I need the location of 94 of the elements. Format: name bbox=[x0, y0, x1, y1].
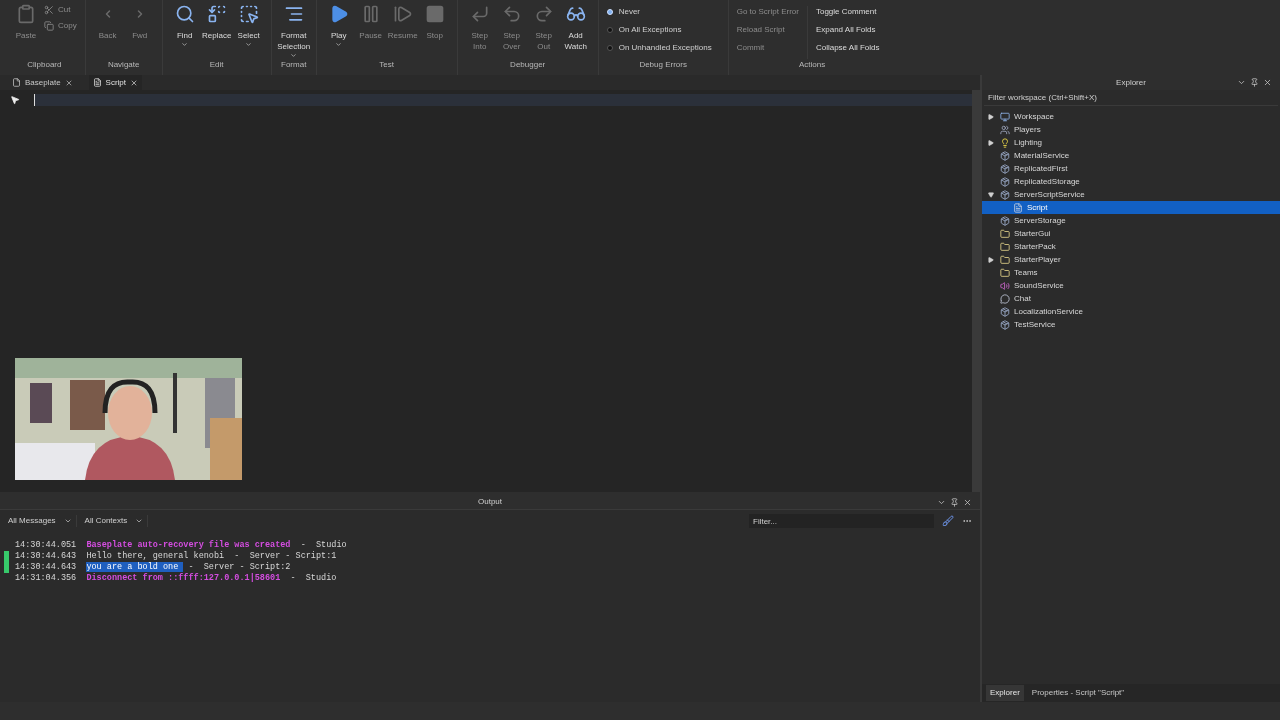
cursor-icon bbox=[10, 95, 20, 105]
group-label: Format bbox=[281, 59, 307, 71]
group-label: Debug Errors bbox=[638, 59, 688, 71]
pin-icon[interactable] bbox=[950, 497, 959, 507]
group-label: Test bbox=[379, 59, 394, 71]
log-line: 14:30:44.051 Baseplate auto-recovery file was created - Studio bbox=[15, 540, 347, 551]
service-icon bbox=[1000, 306, 1010, 317]
group-label: Actions bbox=[798, 59, 827, 71]
folder-icon bbox=[1000, 228, 1010, 239]
group-label: Debugger bbox=[510, 59, 546, 71]
tree-item[interactable]: LocalizationService bbox=[982, 305, 1280, 318]
folder-icon bbox=[1000, 241, 1010, 252]
tree-item[interactable]: ReplicatedFirst bbox=[982, 162, 1280, 175]
service-icon bbox=[1000, 176, 1010, 187]
toolbar-button[interactable]: Select bbox=[234, 0, 263, 59]
clear-brush-icon[interactable] bbox=[942, 515, 954, 527]
workspace-icon bbox=[1000, 111, 1010, 122]
tree-item[interactable]: ServerStorage bbox=[982, 214, 1280, 227]
tree-item[interactable]: MaterialService bbox=[982, 149, 1280, 162]
chat-icon bbox=[1000, 293, 1010, 304]
log-line: 14:31:04.356 Disconnect from ::ffff:127.0.0.1|58601 - Studio bbox=[15, 573, 337, 584]
players-icon bbox=[1000, 124, 1010, 135]
tree-item[interactable]: TestService bbox=[982, 318, 1280, 331]
code-editor[interactable] bbox=[0, 90, 980, 492]
service-icon bbox=[1000, 150, 1010, 161]
resume-icon bbox=[392, 4, 413, 24]
group-label: Edit bbox=[209, 59, 224, 71]
group-label: Clipboard bbox=[27, 59, 62, 71]
document-icon bbox=[92, 78, 102, 87]
paste-icon bbox=[16, 4, 36, 24]
radio-option[interactable]: Never bbox=[606, 6, 720, 18]
tree-item[interactable]: SoundService bbox=[982, 279, 1280, 292]
format-icon bbox=[283, 4, 304, 24]
sound-icon bbox=[1000, 280, 1010, 291]
tree-item[interactable]: StarterPack bbox=[982, 240, 1280, 253]
panel-tab[interactable]: Explorer bbox=[986, 685, 1024, 701]
filter-dropdown[interactable]: All Contexts bbox=[84, 515, 149, 527]
stop-icon bbox=[424, 4, 445, 24]
panel-title: Output bbox=[478, 496, 502, 508]
caret-icon bbox=[135, 517, 144, 525]
collapsed-arrow-icon[interactable] bbox=[988, 113, 994, 120]
service-icon bbox=[1000, 163, 1010, 174]
close-icon[interactable] bbox=[963, 497, 972, 507]
tree-item[interactable]: Chat bbox=[982, 292, 1280, 305]
document-icon bbox=[12, 78, 21, 87]
tree-item[interactable]: ReplicatedStorage bbox=[982, 175, 1280, 188]
action-button[interactable]: Toggle Comment bbox=[815, 6, 880, 18]
close-icon[interactable] bbox=[64, 78, 73, 87]
tree-item[interactable]: Players bbox=[982, 123, 1280, 136]
log-line: 14:30:44.643 you are a bold one - Server - Script:2 bbox=[15, 562, 291, 573]
expanded-arrow-icon[interactable] bbox=[988, 191, 994, 198]
select-icon bbox=[238, 4, 259, 24]
script-icon bbox=[1013, 202, 1023, 213]
folder-icon bbox=[1000, 254, 1010, 265]
toolbar-button[interactable]: Find bbox=[170, 0, 199, 59]
collapsed-arrow-icon[interactable] bbox=[988, 139, 994, 146]
tree-item[interactable]: StarterPlayer bbox=[982, 253, 1280, 266]
close-icon[interactable] bbox=[1263, 78, 1272, 87]
filter-field[interactable]: Filter... bbox=[749, 514, 934, 528]
tree-item[interactable]: Script bbox=[982, 201, 1280, 214]
copy-icon bbox=[44, 21, 54, 31]
radio-option[interactable]: On Unhandled Exceptions bbox=[606, 42, 720, 54]
document-tab[interactable]: Script bbox=[88, 75, 143, 90]
toolbar-button[interactable]: Replace bbox=[202, 0, 231, 59]
radio-option[interactable]: On All Exceptions bbox=[606, 24, 720, 36]
service-icon bbox=[1000, 215, 1010, 226]
dropdown-icon[interactable] bbox=[1237, 78, 1246, 87]
replace-icon bbox=[206, 4, 227, 24]
panel-title: Explorer bbox=[1116, 76, 1146, 89]
panel-tab[interactable]: Properties - Script "Script" bbox=[1027, 685, 1129, 701]
action-button[interactable]: Expand All Folds bbox=[815, 24, 880, 36]
lighting-icon bbox=[1000, 137, 1010, 148]
log-line: 14:30:44.643 Hello there, general kenobi - Server - Script:1 bbox=[15, 551, 337, 562]
tree-item[interactable]: Lighting bbox=[982, 136, 1280, 149]
tree-item[interactable]: StarterGui bbox=[982, 227, 1280, 240]
toolbar-button[interactable]: Play bbox=[324, 0, 353, 59]
tree-item[interactable]: ServerScriptService bbox=[982, 188, 1280, 201]
action-button[interactable]: Collapse All Folds bbox=[815, 42, 880, 54]
toolbar-button[interactable]: Add Watch bbox=[561, 0, 590, 59]
folder-icon bbox=[1000, 267, 1010, 278]
toolbar-button[interactable]: Format Selection bbox=[279, 0, 308, 59]
caret-icon bbox=[63, 517, 72, 525]
find-icon bbox=[174, 4, 195, 24]
close-icon[interactable] bbox=[130, 78, 139, 87]
group-label: Navigate bbox=[107, 59, 140, 71]
service-icon bbox=[1000, 319, 1010, 330]
pin-icon[interactable] bbox=[1250, 78, 1259, 87]
cut-icon bbox=[44, 5, 54, 15]
tree-item[interactable]: Workspace bbox=[982, 110, 1280, 123]
tree-item[interactable]: Teams bbox=[982, 266, 1280, 279]
collapsed-arrow-icon[interactable] bbox=[988, 256, 994, 263]
filter-dropdown[interactable]: All Messages bbox=[8, 515, 77, 527]
document-tab[interactable]: Baseplate bbox=[8, 75, 77, 90]
service-icon bbox=[1000, 189, 1010, 200]
